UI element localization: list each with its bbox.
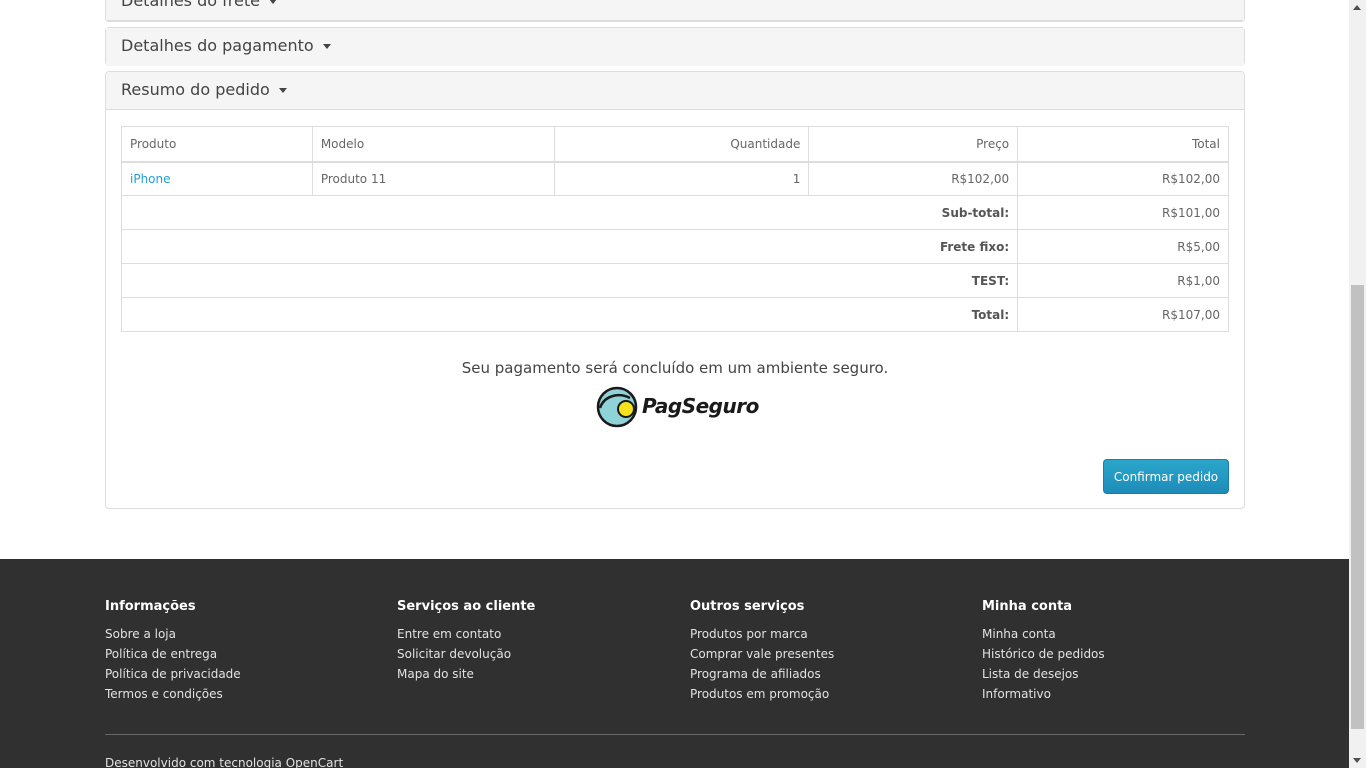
- opencart-link[interactable]: OpenCart: [286, 756, 343, 768]
- grand-total-row: Total: R$107,00: [120, 297, 1229, 332]
- product-cell: iPhone: [121, 161, 313, 196]
- footer-column-title: Outros serviços: [690, 599, 805, 614]
- subtotal-row: Sub-total: R$101,00: [120, 195, 1229, 230]
- footer-column-customer-service: Serviços ao cliente Entre em contato Sol…: [397, 599, 677, 684]
- footer-column-title: Serviços ao cliente: [397, 599, 536, 614]
- shipping-fee-row: Frete fixo: R$5,00: [120, 229, 1229, 264]
- payment-details-heading: Detalhes do pagamento: [106, 28, 1244, 66]
- footer-column-title: Informações: [105, 599, 196, 614]
- order-summary-panel: Resumo do pedido Produto Modelo Quantida…: [105, 71, 1245, 509]
- test-row: TEST: R$1,00: [120, 263, 1229, 298]
- model-cell: Produto 11: [311, 161, 555, 196]
- subtotal-label: Sub-total:: [120, 195, 1019, 230]
- shipping-details-heading: Detalhes do frete: [106, 0, 1244, 21]
- footer-divider: [105, 734, 1245, 735]
- footer-link-brands[interactable]: Produtos por marca: [690, 627, 808, 641]
- order-summary-toggle[interactable]: Resumo do pedido: [121, 80, 287, 99]
- footer-link-order-history[interactable]: Histórico de pedidos: [982, 647, 1105, 661]
- shipping-fee-label: Frete fixo:: [120, 229, 1019, 264]
- payment-details-toggle[interactable]: Detalhes do pagamento: [121, 36, 331, 55]
- page-viewport: Detalhes do frete Detalhes do pagamento …: [0, 0, 1349, 768]
- column-header-model: Modelo: [311, 126, 555, 163]
- vertical-scrollbar[interactable]: [1349, 0, 1366, 768]
- pagseguro-logo-text: PagSeguro: [642, 394, 759, 418]
- column-header-quantity: Quantidade: [553, 126, 810, 163]
- order-table: Produto Modelo Quantidade Preço Total iP…: [120, 126, 1229, 332]
- column-header-price: Preço: [808, 126, 1019, 163]
- footer-link-newsletter[interactable]: Informativo: [982, 687, 1051, 701]
- grand-total-label: Total:: [120, 297, 1019, 332]
- column-header-product: Produto: [121, 126, 313, 163]
- footer-link-privacy[interactable]: Política de privacidade: [105, 667, 241, 681]
- caret-down-icon: [322, 44, 331, 49]
- scroll-up-icon[interactable]: [1353, 5, 1361, 10]
- footer-column-information: Informações Sobre a loja Política de ent…: [105, 599, 385, 704]
- footer-link-specials[interactable]: Produtos em promoção: [690, 687, 829, 701]
- footer-link-affiliates[interactable]: Programa de afiliados: [690, 667, 821, 681]
- test-label: TEST:: [120, 263, 1019, 298]
- table-row: iPhone Produto 11 1 R$102,00 R$102,00: [121, 161, 1229, 196]
- scroll-down-icon[interactable]: [1353, 758, 1361, 763]
- footer-link-returns[interactable]: Solicitar devolução: [397, 647, 511, 661]
- footer-column-extras: Outros serviços Produtos por marca Compr…: [690, 599, 970, 704]
- scroll-thumb[interactable]: [1351, 285, 1364, 729]
- footer-link-sitemap[interactable]: Mapa do site: [397, 667, 474, 681]
- pagseguro-logo-icon: [596, 386, 638, 428]
- footer-column-title: Minha conta: [982, 599, 1073, 614]
- payment-details-title: Detalhes do pagamento: [121, 36, 314, 55]
- subtotal-value: R$101,00: [1017, 195, 1229, 230]
- grand-total-value: R$107,00: [1017, 297, 1229, 332]
- caret-down-icon: [269, 0, 278, 4]
- footer-link-delivery[interactable]: Política de entrega: [105, 647, 217, 661]
- pagseguro-logo: PagSeguro: [596, 386, 759, 428]
- shipping-fee-value: R$5,00: [1017, 229, 1229, 264]
- shipping-details-panel: Detalhes do frete: [105, 0, 1245, 22]
- test-value: R$1,00: [1017, 263, 1229, 298]
- caret-down-icon: [278, 88, 287, 93]
- payment-details-panel: Detalhes do pagamento: [105, 27, 1245, 66]
- confirm-order-button[interactable]: Confirmar pedido: [1103, 459, 1229, 494]
- order-summary-heading: Resumo do pedido: [106, 72, 1244, 110]
- table-header-row: Produto Modelo Quantidade Preço Total: [121, 126, 1229, 163]
- product-link-iphone[interactable]: iPhone: [130, 172, 171, 186]
- footer-column-my-account: Minha conta Minha conta Histórico de ped…: [982, 599, 1262, 704]
- site-footer: Informações Sobre a loja Política de ent…: [0, 559, 1349, 768]
- column-header-total: Total: [1017, 126, 1229, 163]
- footer-link-wishlist[interactable]: Lista de desejos: [982, 667, 1079, 681]
- footer-link-terms[interactable]: Termos e condições: [105, 687, 223, 701]
- footer-link-account[interactable]: Minha conta: [982, 627, 1056, 641]
- footer-link-gift-certificates[interactable]: Comprar vale presentes: [690, 647, 834, 661]
- order-summary-title: Resumo do pedido: [121, 80, 270, 99]
- footer-link-contact[interactable]: Entre em contato: [397, 627, 501, 641]
- footer-link-about[interactable]: Sobre a loja: [105, 627, 176, 641]
- footer-powered-by: Desenvolvido com tecnologia OpenCart: [105, 756, 343, 768]
- secure-payment-message: Seu pagamento será concluído em um ambie…: [461, 359, 889, 377]
- shipping-details-toggle[interactable]: Detalhes do frete: [121, 0, 278, 10]
- price-cell: R$102,00: [808, 161, 1019, 196]
- shipping-details-title: Detalhes do frete: [121, 0, 260, 10]
- powered-by-text: Desenvolvido com tecnologia: [105, 756, 282, 768]
- total-cell: R$102,00: [1017, 161, 1229, 196]
- quantity-cell: 1: [553, 161, 810, 196]
